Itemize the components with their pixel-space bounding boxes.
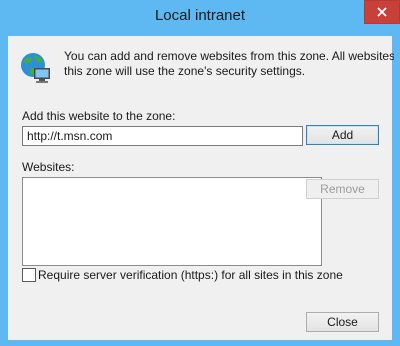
globe-network-icon <box>21 53 50 83</box>
require-verification-checkbox[interactable] <box>22 268 36 282</box>
close-icon <box>377 7 387 17</box>
zone-description: You can add and remove websites from thi… <box>64 49 394 79</box>
dialog-window: Local intranet You can add and remove we… <box>0 0 400 346</box>
add-website-label: Add this website to the zone: <box>22 109 176 123</box>
website-url-input[interactable]: http://t.msn.com <box>22 126 303 146</box>
dialog-content: You can add and remove websites from thi… <box>8 36 394 340</box>
websites-list[interactable] <box>22 177 322 266</box>
require-verification-label: Require server verification (https:) for… <box>38 268 343 282</box>
zone-description-line-2: this zone will use the zone's security s… <box>64 64 306 78</box>
close-button[interactable]: Close <box>306 312 379 332</box>
window-close-button[interactable] <box>364 0 400 24</box>
window-title: Local intranet <box>154 7 246 24</box>
title-bar[interactable]: Local intranet <box>0 0 400 36</box>
add-button[interactable]: Add <box>306 125 379 145</box>
websites-label: Websites: <box>22 160 75 174</box>
remove-button[interactable]: Remove <box>306 179 379 199</box>
zone-description-line-1: You can add and remove websites from thi… <box>64 49 394 63</box>
